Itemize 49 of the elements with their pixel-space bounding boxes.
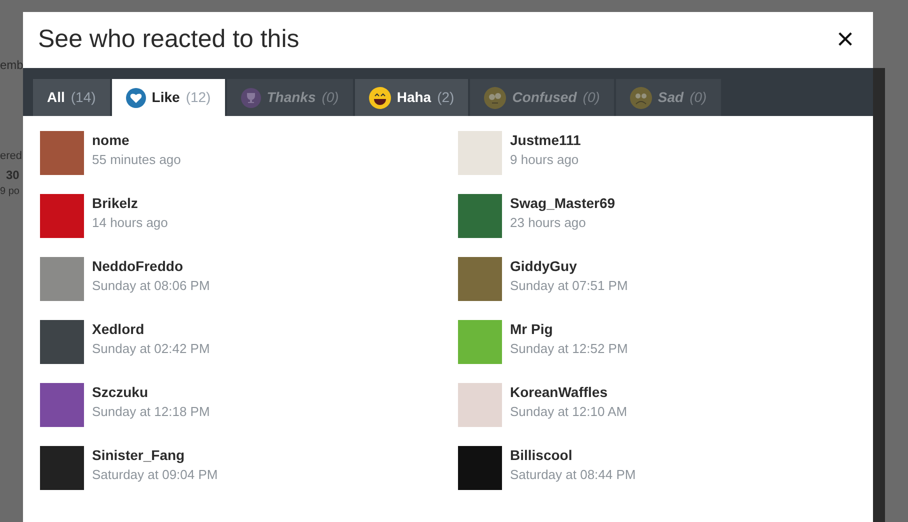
avatar-image[interactable]: [458, 257, 502, 301]
reaction-time: Sunday at 12:52 PM: [510, 340, 628, 358]
background-text: ered: [0, 149, 22, 164]
sad-face-icon: [630, 86, 652, 108]
background-text: 9 po: [0, 185, 20, 199]
avatar-image[interactable]: [40, 194, 84, 238]
user-name[interactable]: GiddyGuy: [510, 257, 628, 275]
reaction-time: 23 hours ago: [510, 214, 587, 232]
reaction-time: Sunday at 08:06 PM: [92, 277, 210, 295]
avatar-image[interactable]: [40, 131, 84, 175]
reaction-tab[interactable]: All (14): [33, 79, 110, 116]
avatar-image[interactable]: [458, 320, 502, 364]
user-name[interactable]: Szczuku: [92, 383, 210, 401]
background-text: 30: [6, 167, 20, 184]
background-text: emb: [0, 57, 24, 74]
confused-face-icon: [484, 86, 506, 108]
user-name[interactable]: Xedlord: [92, 320, 210, 338]
reaction-time: 9 hours ago: [510, 151, 580, 169]
reaction-time: Saturday at 08:44 PM: [510, 466, 636, 484]
user-name[interactable]: Swag_Master69: [510, 194, 616, 212]
laughing-face-icon: [368, 86, 391, 108]
reaction-time: 55 minutes ago: [92, 151, 181, 169]
user-name[interactable]: Brikelz: [92, 194, 168, 212]
trophy-icon: [240, 88, 261, 108]
user-name[interactable]: Justme111: [510, 131, 581, 149]
reaction-time: Sunday at 02:42 PM: [92, 340, 210, 358]
user-name[interactable]: NeddoFreddo: [92, 257, 210, 275]
avatar-image[interactable]: [458, 446, 502, 490]
reaction-time: Sunday at 12:10 AM: [510, 403, 628, 421]
avatar-image[interactable]: [40, 320, 84, 364]
reaction-time: Sunday at 12:18 PM: [92, 403, 210, 421]
avatar-image[interactable]: [40, 383, 84, 427]
user-name[interactable]: nome: [92, 131, 181, 149]
reaction-tab[interactable]: Like (12): [112, 79, 225, 116]
reaction-time: 14 hours ago: [92, 214, 168, 232]
avatar-image[interactable]: [40, 257, 84, 301]
user-name[interactable]: Billiscool: [510, 446, 636, 464]
reaction-time: Sunday at 07:51 PM: [510, 277, 628, 295]
close-button[interactable]: ×: [832, 25, 858, 55]
dialog-title: See who reacted to this: [38, 24, 300, 56]
reaction-tab[interactable]: Haha (2): [354, 79, 468, 116]
avatar-image[interactable]: [458, 194, 502, 238]
user-name[interactable]: KoreanWaffles: [510, 383, 628, 401]
user-name[interactable]: Sinister_Fang: [92, 446, 218, 464]
avatar-image[interactable]: [458, 131, 502, 175]
avatar-image[interactable]: [458, 383, 502, 427]
avatar-image[interactable]: [40, 446, 84, 490]
user-name[interactable]: Mr Pig: [510, 320, 628, 338]
reaction-time: Saturday at 09:04 PM: [92, 466, 218, 484]
